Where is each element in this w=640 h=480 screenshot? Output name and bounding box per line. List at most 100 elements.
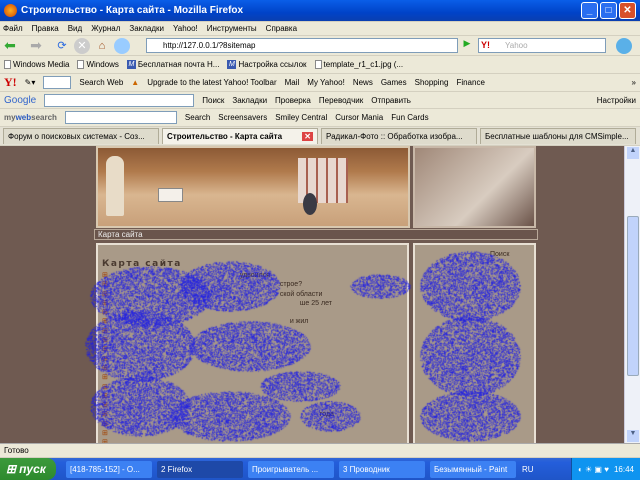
yahoo-shopping[interactable]: Shopping (415, 78, 449, 87)
menu-yahoo[interactable]: Yahoo! (173, 24, 198, 33)
sitemap-item[interactable]: удвоился (98, 271, 407, 280)
bookmark-item[interactable]: Windows (77, 60, 119, 69)
close-tab-icon[interactable]: ✕ (302, 132, 313, 141)
yahoo-games[interactable]: Games (381, 78, 407, 87)
mywebsearch-logo: my web search (4, 113, 57, 122)
sitemap-item[interactable]: ше 25 лет (98, 299, 407, 308)
tab[interactable]: Бесплатные шаблоны для CMSimple... (480, 128, 636, 144)
menu-history[interactable]: Журнал (91, 24, 120, 33)
taskbar-button[interactable]: [418-785-152] - О... (66, 460, 152, 478)
tab[interactable]: Форум о поисковых системах - Соз... (3, 128, 159, 144)
yahoo-input[interactable] (43, 76, 72, 89)
status-text: Готово (4, 446, 29, 455)
sitemap-item[interactable] (98, 345, 407, 354)
google-logo: Google (4, 94, 37, 106)
go-button[interactable]: ▶ (460, 38, 474, 53)
sitemap-item[interactable] (98, 383, 407, 392)
google-send[interactable]: Отправить (371, 96, 411, 105)
yahoo-toolbar: Y! ✎▾ Search Web ▲ Upgrade to the latest… (0, 74, 640, 92)
google-search[interactable]: Поиск (202, 96, 224, 105)
sitemap-item[interactable]: строе? (98, 280, 407, 289)
sitemap-item[interactable] (98, 327, 407, 336)
sitemap-item[interactable] (98, 364, 407, 373)
bookmarks-toolbar: Windows Media Windows M Бесплатная почта … (0, 56, 640, 74)
taskbar-button[interactable]: 2 Firefox (157, 460, 243, 478)
yahoo-search-web[interactable]: Search Web (79, 78, 123, 87)
yahoo-my[interactable]: My Yahoo! (307, 78, 345, 87)
vertical-scrollbar[interactable]: ▲ ▼ (624, 146, 640, 443)
fun-cards-link[interactable]: Fun Cards (391, 113, 428, 122)
home-icon[interactable]: ⌂ (94, 38, 110, 54)
sitemap-list: удвоилсястрое?ской областише 25 лет и жил… (98, 271, 407, 443)
google-translate[interactable]: Переводчик (319, 96, 363, 105)
google-search-input[interactable] (44, 93, 195, 107)
bookmark-item[interactable]: Windows Media (4, 60, 69, 69)
yahoo-news[interactable]: News (353, 78, 373, 87)
sitemap-item[interactable]: года (98, 410, 407, 419)
screensavers-link[interactable]: Screensavers (218, 113, 267, 122)
google-bookmarks[interactable]: Закладки (232, 96, 267, 105)
tab-strip: Форум о поисковых системах - Соз... Стро… (0, 127, 640, 146)
sidebar-panel: Поиск (413, 243, 536, 443)
stop-icon[interactable]: ✕ (74, 37, 90, 54)
tray-icons: ◐ ☀ ▣ ♥ (577, 464, 609, 474)
taskbar-button[interactable]: Безымянный - Paint (430, 460, 516, 478)
google-spellcheck[interactable]: Проверка (275, 96, 311, 105)
sitemap-item[interactable] (98, 401, 407, 410)
sitemap-item[interactable]: ской области (98, 290, 407, 299)
yahoo-mail[interactable]: Mail (285, 78, 300, 87)
sitemap-item[interactable] (98, 373, 407, 382)
smiley-central-link[interactable]: Smiley Central (275, 113, 327, 122)
mywebsearch-toolbar: my web search Search Screensavers Smiley C… (0, 109, 640, 127)
sitemap-item[interactable] (98, 420, 407, 429)
start-button[interactable]: ⊞ пуск (0, 458, 56, 480)
sitemap-panel: Карта сайта удвоилсястрое?ской областише… (96, 243, 409, 443)
menu-bar: Файл Правка Вид Журнал Закладки Yahoo! И… (0, 22, 640, 36)
firefox-icon (4, 4, 17, 17)
minimize-button[interactable]: _ (581, 2, 598, 19)
sitemap-item[interactable] (98, 308, 407, 317)
yahoo-upgrade[interactable]: Upgrade to the latest Yahoo! Toolbar (147, 78, 276, 87)
menu-edit[interactable]: Правка (32, 24, 59, 33)
tab[interactable]: Радикал-Фото :: Обработка изобра... (321, 128, 477, 144)
forward-icon[interactable]: ➡ (28, 37, 44, 54)
bookmark-item[interactable]: M Настройка ссылок (227, 60, 307, 69)
skype-icon[interactable] (616, 38, 632, 54)
taskbar-button[interactable]: Проигрыватель ... (248, 460, 334, 478)
google-settings[interactable]: Настройки (597, 96, 636, 105)
language-indicator[interactable]: RU (522, 465, 534, 474)
warning-icon: ▲ (131, 78, 140, 87)
close-button[interactable]: ✕ (619, 2, 636, 19)
pencil-icon[interactable]: ✎▾ (25, 78, 36, 87)
sitemap-item[interactable]: и жил (98, 317, 407, 326)
yahoo-logo[interactable]: Y! (4, 75, 17, 90)
mywebsearch-search-button[interactable]: Search (185, 113, 210, 122)
bookmark-item[interactable]: template_r1_c1.jpg (... (314, 60, 403, 69)
address-bar[interactable]: http://127.0.0.1/?8sitemap (146, 38, 458, 53)
more-chevron[interactable]: » (632, 78, 636, 87)
yahoo-search-input[interactable]: Y! Yahoo (478, 38, 606, 53)
reload-icon[interactable]: ⟳ (54, 38, 70, 54)
back-icon[interactable]: ⬅ (2, 37, 18, 54)
mywebsearch-input[interactable] (64, 111, 177, 124)
sitemap-item[interactable] (98, 392, 407, 401)
breadcrumb: Карта сайта (94, 229, 538, 240)
window-title: Строительство - Карта сайта - Mozilla Fi… (21, 5, 244, 16)
taskbar-button[interactable]: 3 Проводник (339, 460, 425, 478)
header-side-box (413, 146, 536, 228)
extension-icon[interactable] (114, 37, 130, 54)
menu-tools[interactable]: Инструменты (207, 24, 257, 33)
maximize-button[interactable]: □ (600, 2, 617, 19)
sitemap-item[interactable] (98, 336, 407, 345)
menu-help[interactable]: Справка (266, 24, 297, 33)
bookmark-item[interactable]: M Бесплатная почта H... (126, 60, 219, 69)
yahoo-search-logo: Y! (481, 40, 490, 50)
sitemap-item[interactable] (98, 355, 407, 364)
menu-file[interactable]: Файл (3, 24, 23, 33)
sitemap-item[interactable] (98, 429, 407, 438)
cursor-mania-link[interactable]: Cursor Mania (335, 113, 383, 122)
menu-view[interactable]: Вид (68, 24, 82, 33)
yahoo-finance[interactable]: Finance (456, 78, 484, 87)
tab-active[interactable]: Строительство - Карта сайта ✕ (162, 128, 318, 144)
menu-bookmarks[interactable]: Закладки (129, 24, 164, 33)
